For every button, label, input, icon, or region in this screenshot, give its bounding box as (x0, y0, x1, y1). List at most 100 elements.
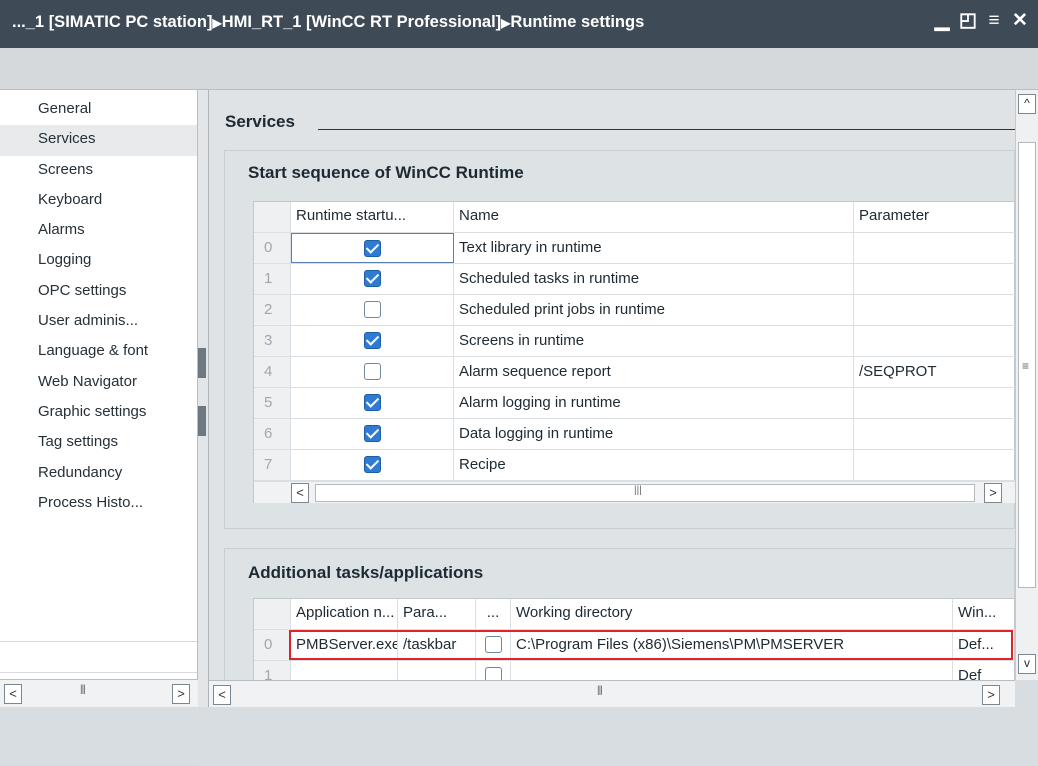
scroll-thumb[interactable]: ||| (315, 484, 975, 502)
service-parameter[interactable] (854, 264, 1016, 294)
nav-item-general[interactable]: General (0, 95, 197, 125)
service-parameter[interactable] (854, 233, 1016, 263)
table-horizontal-scrollbar[interactable]: < ||| > (254, 481, 1016, 503)
runtime-startup-cell[interactable] (291, 233, 454, 263)
service-name[interactable]: Scheduled tasks in runtime (454, 264, 854, 294)
scroll-grip-icon[interactable]: ||| (597, 685, 603, 696)
content-horizontal-scrollbar[interactable]: < ||| > (209, 680, 1015, 707)
checkbox[interactable] (363, 300, 381, 318)
table-row[interactable]: 1 Scheduled tasks in runtime (254, 264, 1016, 295)
nav-item-screens[interactable]: Screens (0, 156, 197, 186)
table-row[interactable]: 6 Data logging in runtime (254, 419, 1016, 450)
breadcrumb-item-runtime-settings: Runtime settings (510, 13, 645, 31)
checkbox[interactable] (363, 362, 381, 380)
nav-item-process-historian[interactable]: Process Histo... (0, 489, 197, 519)
table-row[interactable]: 4 Alarm sequence report/SEQPROT (254, 357, 1016, 388)
nav-item-graphic-settings[interactable]: Graphic settings (0, 398, 197, 428)
column-header-option[interactable]: ... (476, 599, 511, 629)
runtime-startup-cell[interactable] (291, 388, 454, 418)
nav-item-services[interactable]: Services (0, 125, 197, 156)
nav-item-web-navigator[interactable]: Web Navigator (0, 368, 197, 398)
settings-navigation: General Services Screens Keyboard Alarms… (0, 90, 198, 766)
scroll-left-icon[interactable]: < (213, 685, 231, 705)
runtime-startup-cell[interactable] (291, 450, 454, 480)
column-header-working-directory[interactable]: Working directory (511, 599, 953, 629)
close-icon[interactable]: ✕ (1010, 10, 1030, 32)
breadcrumb-item-hmi-rt[interactable]: HMI_RT_1 [WinCC RT Professional] (222, 13, 501, 31)
breadcrumb-item-pc-station[interactable]: ..._1 [SIMATIC PC station] (12, 13, 212, 31)
row-header-corner (254, 202, 291, 232)
column-header-application-name[interactable]: Application n... (291, 599, 398, 629)
runtime-startup-cell[interactable] (291, 326, 454, 356)
nav-item-opc-settings[interactable]: OPC settings (0, 277, 197, 307)
table-row[interactable]: 3 Screens in runtime (254, 326, 1016, 357)
column-header-window[interactable]: Win... (953, 599, 1016, 629)
checkbox[interactable] (484, 635, 502, 653)
content-vertical-scrollbar[interactable]: ^ ≡ v (1015, 90, 1038, 680)
service-parameter[interactable] (854, 450, 1016, 480)
nav-item-language-font[interactable]: Language & font (0, 337, 197, 367)
scroll-right-icon[interactable]: > (984, 483, 1002, 503)
scroll-right-icon[interactable]: > (172, 684, 190, 704)
checkbox[interactable] (363, 424, 381, 442)
nav-item-alarms[interactable]: Alarms (0, 216, 197, 246)
parameter-cell[interactable]: /taskbar (398, 630, 476, 660)
service-parameter[interactable] (854, 295, 1016, 325)
nav-item-user-administration[interactable]: User adminis... (0, 307, 197, 337)
scroll-right-icon[interactable]: > (982, 685, 1000, 705)
window-cell[interactable]: Def... (953, 630, 1016, 660)
scroll-up-icon[interactable]: ^ (1018, 94, 1036, 114)
column-header-name[interactable]: Name (454, 202, 854, 232)
table-row[interactable]: 0 PMBServer.exe/taskbar C:\Program Files (… (254, 630, 1016, 661)
row-header-corner (254, 599, 291, 629)
working-directory-cell[interactable]: C:\Program Files (x86)\Siemens\PM\PMSERV… (511, 630, 953, 660)
table-row[interactable]: 5 Alarm logging in runtime (254, 388, 1016, 419)
service-name[interactable]: Text library in runtime (454, 233, 854, 263)
float-window-icon[interactable]: ◰ (958, 10, 978, 32)
service-name[interactable]: Recipe (454, 450, 854, 480)
runtime-startup-cell[interactable] (291, 357, 454, 387)
additional-tasks-table: Application n... Para... ... Working dir… (253, 598, 1016, 692)
nav-horizontal-scrollbar[interactable]: < ||| > (0, 679, 198, 707)
service-parameter[interactable] (854, 388, 1016, 418)
checkbox[interactable] (363, 393, 381, 411)
nav-item-logging[interactable]: Logging (0, 246, 197, 276)
runtime-startup-cell[interactable] (291, 264, 454, 294)
maximize-icon[interactable]: ≡ (984, 10, 1004, 32)
scroll-thumb[interactable]: ≡ (1018, 142, 1036, 588)
scroll-left-icon[interactable]: < (291, 483, 309, 503)
checkbox[interactable] (363, 331, 381, 349)
service-name[interactable]: Scheduled print jobs in runtime (454, 295, 854, 325)
column-header-parameter[interactable]: Parameter (854, 202, 1016, 232)
breadcrumb: ..._1 [SIMATIC PC station]▶HMI_RT_1 [Win… (12, 13, 644, 32)
service-name[interactable]: Alarm sequence report (454, 357, 854, 387)
scroll-left-icon[interactable]: < (4, 684, 22, 704)
scroll-down-icon[interactable]: v (1018, 654, 1036, 674)
column-header-runtime-startup[interactable]: Runtime startu... (291, 202, 454, 232)
runtime-startup-cell[interactable] (291, 419, 454, 449)
checkbox[interactable] (363, 269, 381, 287)
service-name[interactable]: Screens in runtime (454, 326, 854, 356)
table-row[interactable]: 0 Text library in runtime (254, 233, 1016, 264)
nav-item-redundancy[interactable]: Redundancy (0, 459, 197, 489)
panel-splitter[interactable] (198, 90, 209, 707)
collapse-left-icon[interactable] (198, 348, 206, 378)
checkbox[interactable] (364, 239, 381, 257)
application-name-cell[interactable]: PMBServer.exe (291, 630, 398, 660)
table-row[interactable]: 2 Scheduled print jobs in runtime (254, 295, 1016, 326)
option-cell[interactable] (476, 630, 511, 660)
service-name[interactable]: Alarm logging in runtime (454, 388, 854, 418)
service-parameter[interactable] (854, 326, 1016, 356)
nav-item-keyboard[interactable]: Keyboard (0, 186, 197, 216)
column-header-parameter[interactable]: Para... (398, 599, 476, 629)
service-name[interactable]: Data logging in runtime (454, 419, 854, 449)
scroll-grip-icon[interactable]: ||| (80, 684, 86, 695)
checkbox[interactable] (363, 455, 381, 473)
nav-item-tag-settings[interactable]: Tag settings (0, 428, 197, 458)
service-parameter[interactable]: /SEQPROT (854, 357, 1016, 387)
runtime-startup-cell[interactable] (291, 295, 454, 325)
minimize-icon[interactable]: ▁ (932, 10, 952, 32)
service-parameter[interactable] (854, 419, 1016, 449)
expand-right-icon[interactable] (198, 406, 206, 436)
table-row[interactable]: 7 Recipe (254, 450, 1016, 481)
